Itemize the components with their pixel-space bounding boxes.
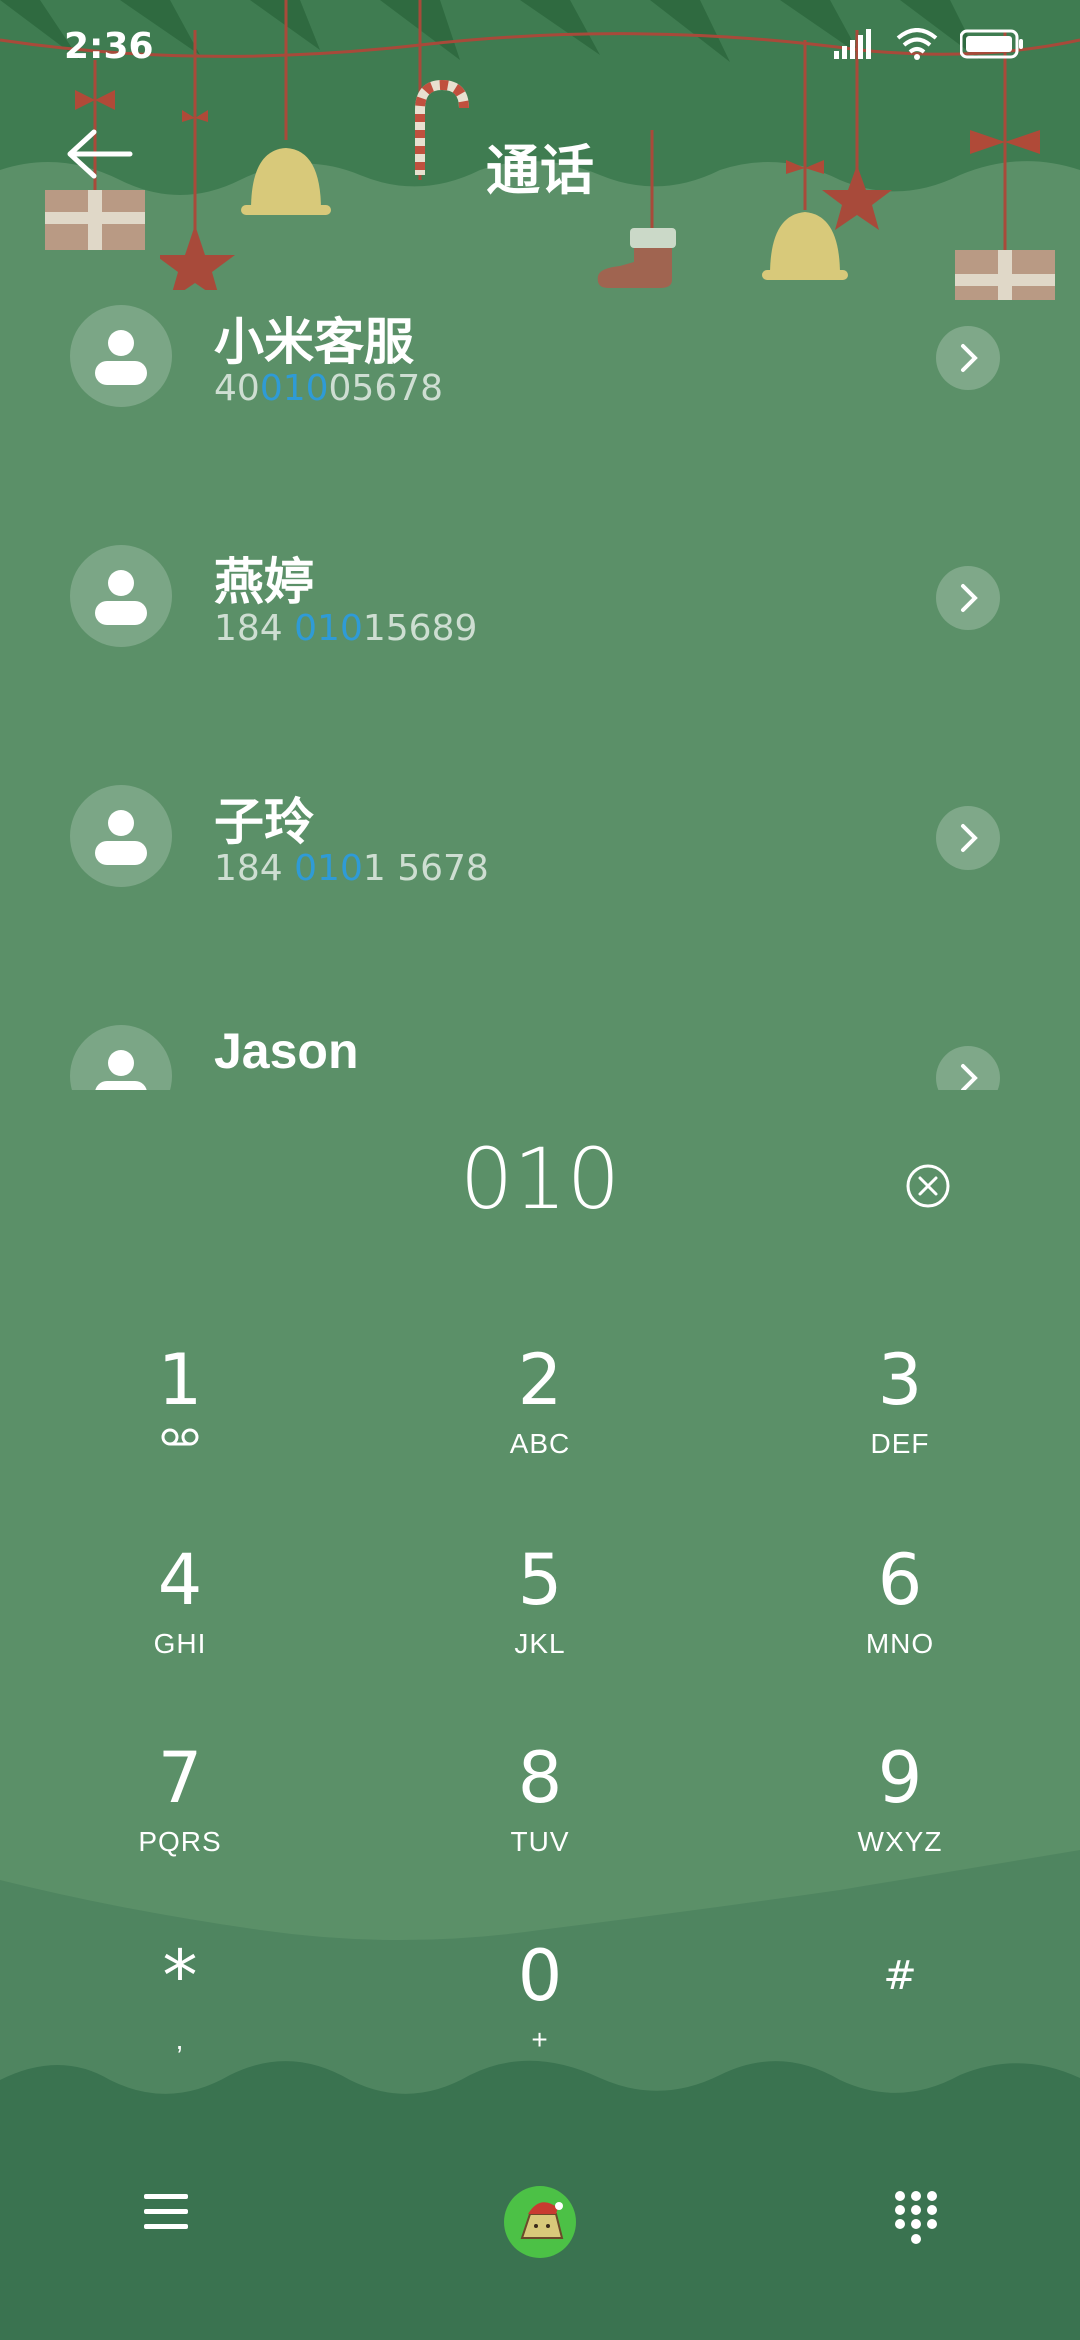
key-digit: 5 (517, 1539, 563, 1621)
key-8[interactable]: 8 TUV (420, 1738, 660, 1918)
call-mascot-icon[interactable] (502, 2184, 578, 2260)
key-digit: 2 (517, 1339, 563, 1421)
contact-name: 小米客服 (214, 314, 414, 370)
key-3[interactable]: 3 DEF (780, 1340, 1020, 1520)
signal-icon (834, 29, 871, 59)
key-digit: * (162, 1935, 198, 2017)
page-title: 通话 (486, 141, 594, 201)
key-digit: 1 (157, 1339, 203, 1421)
contact-item[interactable]: 燕婷 184 01015689 (0, 540, 1080, 780)
menu-icon[interactable] (142, 2192, 190, 2232)
key-2[interactable]: 2 ABC (420, 1340, 660, 1520)
status-time: 2:36 (64, 26, 154, 67)
chevron-right-icon (961, 344, 978, 372)
status-bar: 2:36 (0, 0, 1080, 95)
dialpad-icon[interactable] (892, 2190, 940, 2246)
number-match: 010 (294, 608, 363, 649)
key-letters: GHI (153, 1628, 207, 1659)
key-letters: MNO (865, 1628, 935, 1659)
key-6[interactable]: 6 MNO (780, 1540, 1020, 1720)
contact-list[interactable]: 小米客服 4001005678 燕婷 184 01015689 子玲 184 0… (0, 300, 1080, 1090)
contact-detail-button[interactable] (936, 1046, 1000, 1090)
contact-name: Jason (214, 1023, 359, 1079)
key-4[interactable]: 4 GHI (60, 1540, 300, 1720)
key-letters: PQRS (138, 1826, 222, 1857)
key-digit: 6 (877, 1539, 923, 1621)
contact-detail-button[interactable] (936, 806, 1000, 870)
number-prefix: 40 (214, 368, 260, 409)
number-suffix: 05678 (328, 368, 444, 409)
voicemail-icon (161, 1428, 199, 1446)
contact-detail-button[interactable] (936, 326, 1000, 390)
key-digit: 3 (877, 1339, 923, 1421)
key-7[interactable]: 7 PQRS (60, 1738, 300, 1918)
key-letters: , (175, 2024, 185, 2055)
contact-number: 4001005678 (214, 368, 443, 409)
person-icon (95, 570, 147, 625)
key-digit: 7 (157, 1737, 203, 1819)
contact-item[interactable]: 小米客服 4001005678 (0, 300, 1080, 540)
key-1[interactable]: 1 (60, 1340, 300, 1520)
contact-name: 子玲 (214, 794, 314, 850)
avatar (70, 305, 172, 407)
key-letters: JKL (514, 1628, 566, 1659)
number-prefix: 184 (214, 848, 295, 889)
chevron-right-icon (961, 824, 978, 852)
avatar (70, 785, 172, 887)
number-suffix: 15689 (362, 608, 478, 649)
key-letters: WXYZ (857, 1826, 943, 1857)
key-digit: 0 (517, 1935, 563, 2017)
key-letters: ABC (509, 1428, 571, 1459)
number-prefix: 184 (214, 608, 295, 649)
person-icon (95, 1050, 147, 1090)
number-match: 010 (294, 848, 363, 889)
key-9[interactable]: 9 WXYZ (780, 1738, 1020, 1918)
number-match: 010 (259, 368, 329, 409)
contact-detail-button[interactable] (936, 566, 1000, 630)
clear-input-icon[interactable] (904, 1162, 952, 1210)
key-5[interactable]: 5 JKL (420, 1540, 660, 1720)
avatar (70, 545, 172, 647)
contact-item[interactable]: Jason (0, 1020, 1080, 1090)
key-letters: DEF (870, 1428, 930, 1459)
key-0[interactable]: 0 + (420, 1936, 660, 2116)
key-letters: TUV (510, 1826, 570, 1857)
avatar (70, 1025, 172, 1090)
contact-name: 燕婷 (214, 554, 314, 610)
battery-icon (960, 29, 1023, 59)
key-star[interactable]: * , (60, 1936, 300, 2116)
key-digit: 8 (517, 1737, 563, 1819)
key-digit: # (883, 1953, 917, 1999)
key-hash[interactable]: # (780, 1936, 1020, 2116)
chevron-right-icon (961, 1064, 978, 1090)
key-digit: 4 (157, 1539, 203, 1621)
contact-number: 184 01015689 (214, 608, 477, 649)
contact-number: 184 0101 5678 (214, 848, 489, 889)
chevron-right-icon (961, 584, 978, 612)
number-suffix: 1 5678 (362, 848, 489, 889)
wifi-icon (896, 28, 938, 60)
contact-item[interactable]: 子玲 184 0101 5678 (0, 780, 1080, 1020)
person-icon (95, 810, 147, 865)
key-digit: 9 (877, 1737, 923, 1819)
key-letters: + (531, 2024, 549, 2055)
header-banner: 2:36 通话 (0, 0, 1080, 300)
person-icon (95, 330, 147, 385)
